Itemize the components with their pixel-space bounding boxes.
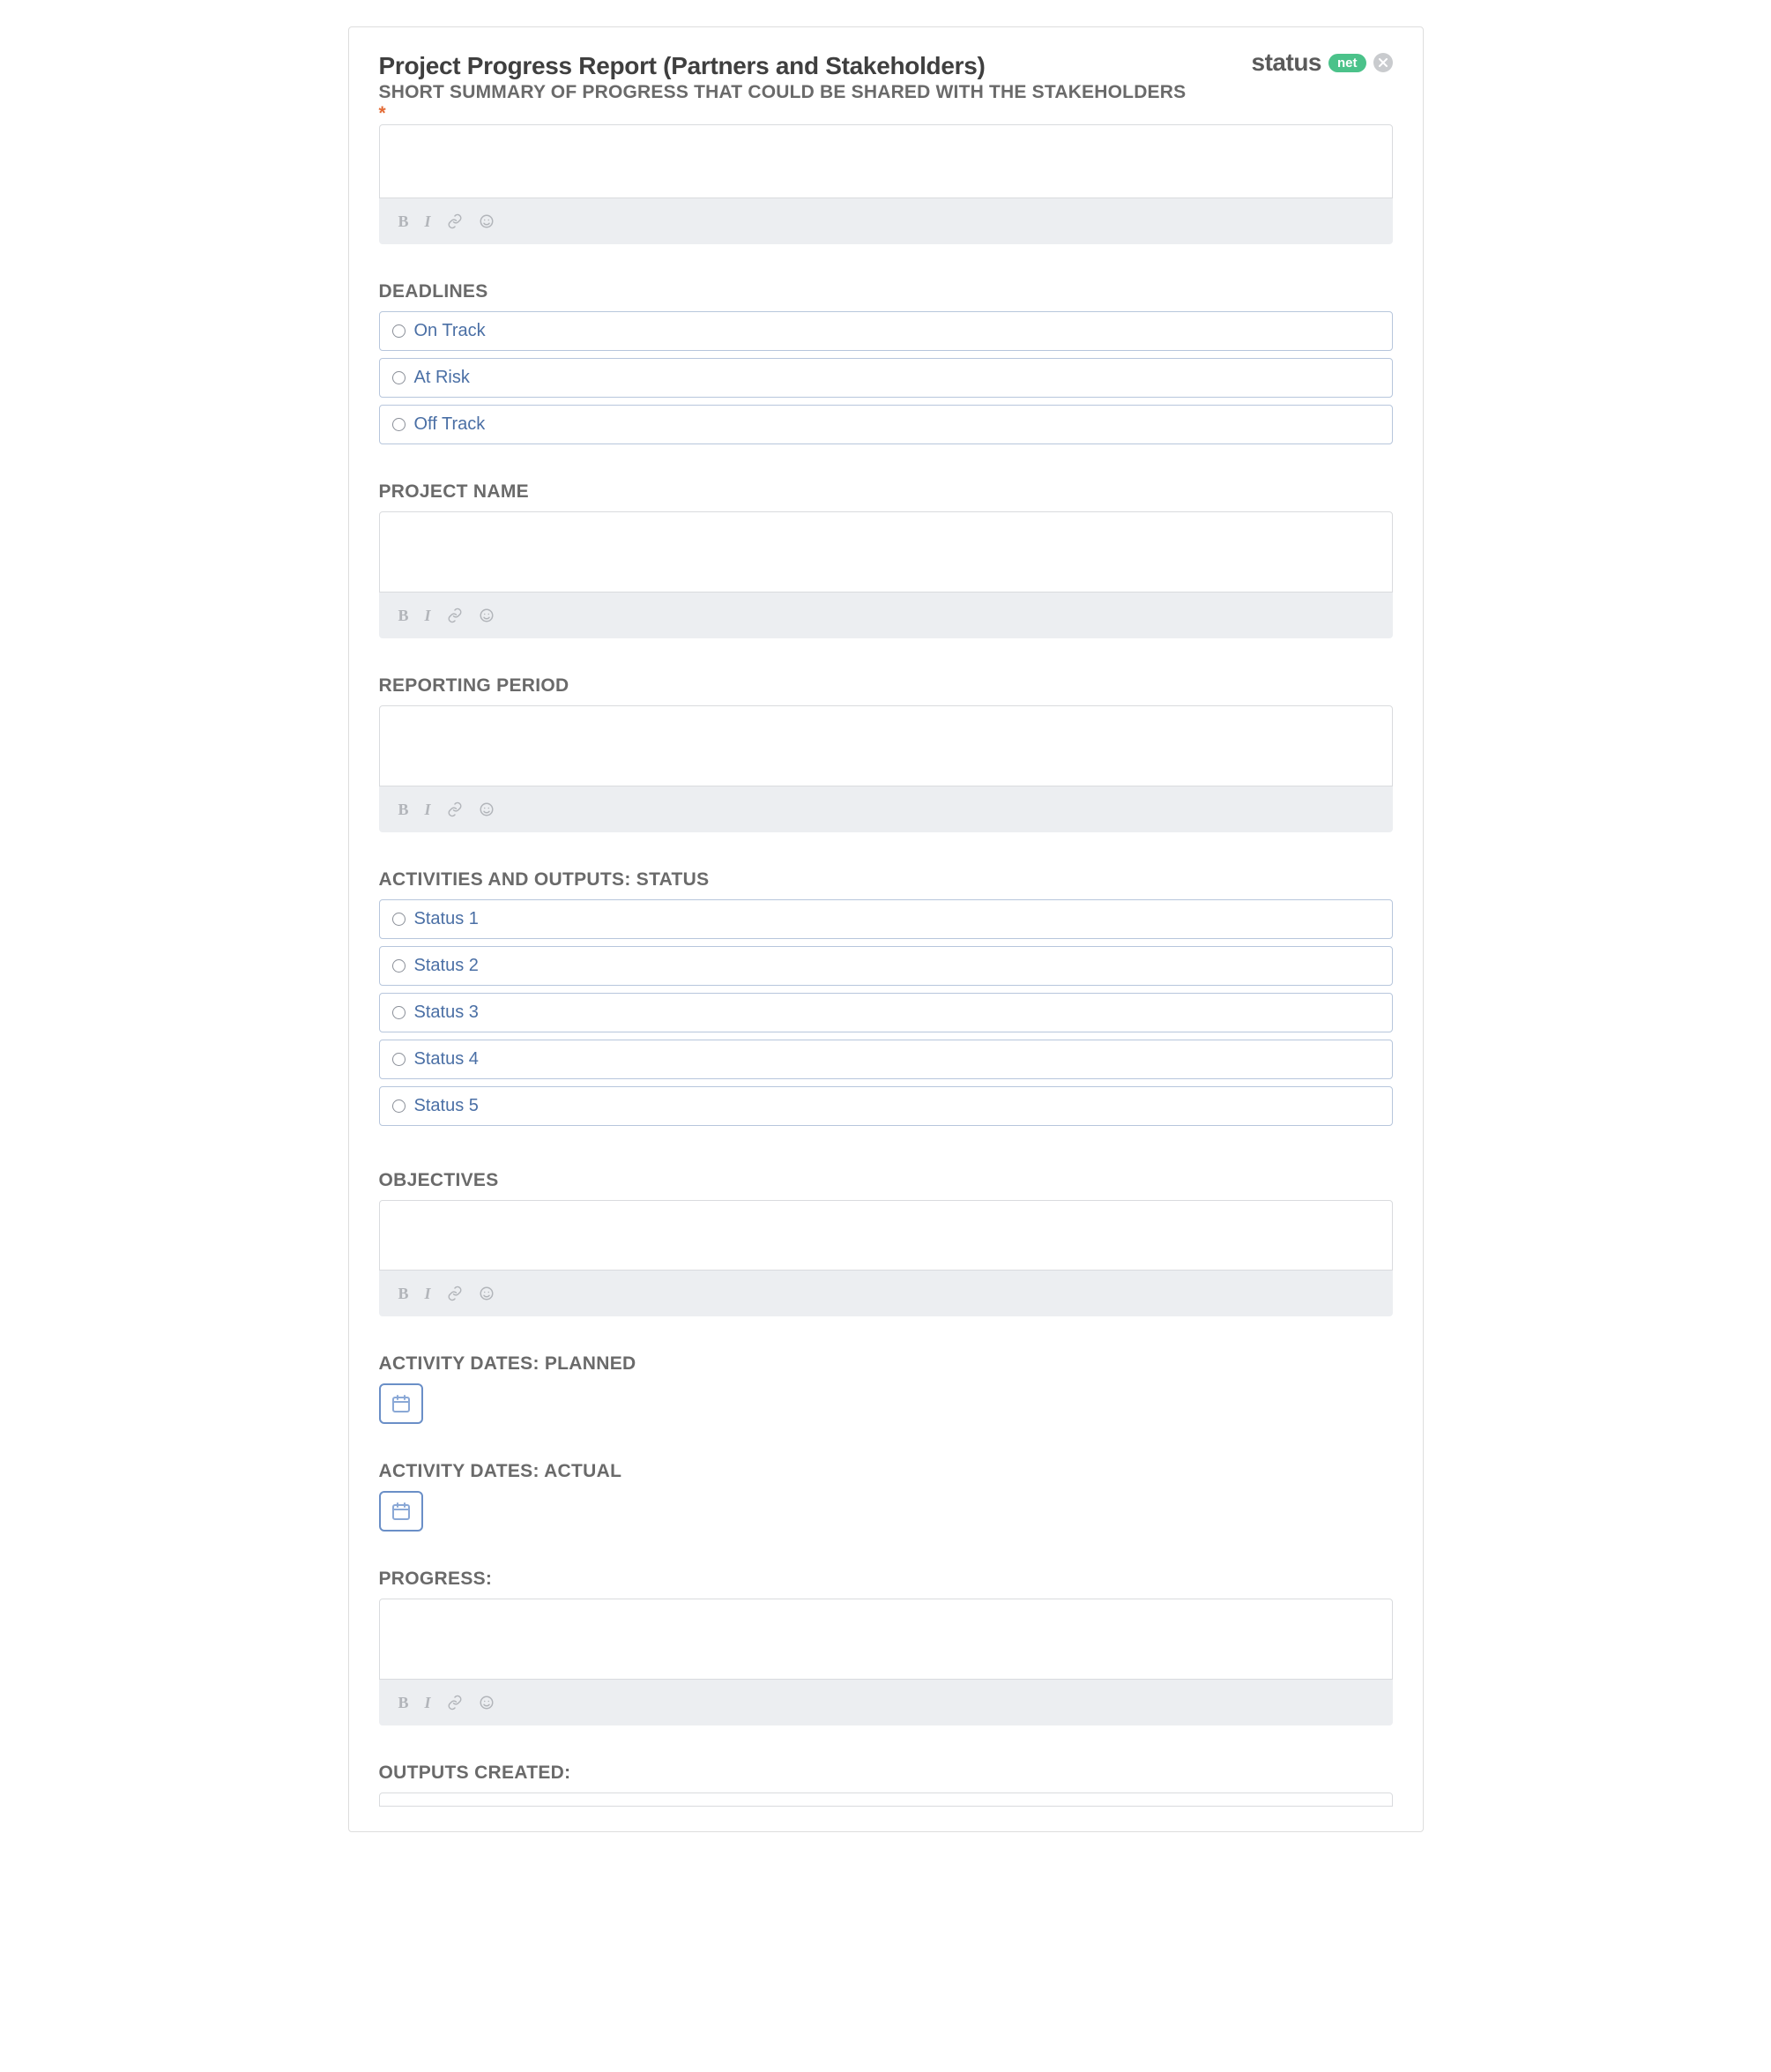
activities-status-options: Status 1 Status 2 Status 3 Status 4 Stat… [379, 899, 1393, 1126]
radio-icon [392, 371, 406, 384]
form-container: Project Progress Report (Partners and St… [348, 26, 1424, 1832]
summary-input[interactable] [379, 124, 1393, 198]
link-button[interactable] [447, 607, 463, 623]
progress-input[interactable] [379, 1599, 1393, 1680]
progress-label: PROGRESS: [379, 1569, 1393, 1590]
option-label: On Track [414, 321, 486, 341]
deadlines-options: On Track At Risk Off Track [379, 311, 1393, 444]
activities-status-label: ACTIVITIES AND OUTPUTS: STATUS [379, 869, 1393, 891]
emoji-icon [479, 607, 495, 623]
bold-button[interactable]: B [398, 607, 409, 625]
italic-button[interactable]: I [425, 1285, 431, 1303]
bold-button[interactable]: B [398, 1285, 409, 1303]
activities-status-option-1[interactable]: Status 1 [379, 899, 1393, 939]
outputs-created-label: OUTPUTS CREATED: [379, 1763, 1393, 1784]
option-label: Off Track [414, 414, 486, 435]
reporting-period-toolbar: B I [379, 786, 1393, 832]
link-icon [447, 213, 463, 229]
logo-badge: net [1328, 54, 1366, 72]
activities-status-option-5[interactable]: Status 5 [379, 1086, 1393, 1126]
activities-status-option-2[interactable]: Status 2 [379, 946, 1393, 986]
activity-actual-label: ACTIVITY DATES: ACTUAL [379, 1461, 1393, 1482]
emoji-icon [479, 1286, 495, 1301]
radio-icon [392, 324, 406, 338]
project-name-toolbar: B I [379, 593, 1393, 638]
progress-toolbar: B I [379, 1680, 1393, 1725]
option-label: Status 5 [414, 1096, 479, 1116]
activities-status-option-3[interactable]: Status 3 [379, 993, 1393, 1032]
option-label: Status 1 [414, 909, 479, 929]
summary-toolbar: B I [379, 198, 1393, 244]
calendar-icon [391, 1393, 412, 1414]
emoji-button[interactable] [479, 1286, 495, 1301]
option-label: At Risk [414, 368, 470, 388]
reporting-period-label: REPORTING PERIOD [379, 675, 1393, 697]
form-header: Project Progress Report (Partners and St… [379, 52, 1393, 80]
link-button[interactable] [447, 213, 463, 229]
objectives-toolbar: B I [379, 1271, 1393, 1316]
option-label: Status 3 [414, 1002, 479, 1023]
link-icon [447, 1695, 463, 1711]
deadlines-option-on-track[interactable]: On Track [379, 311, 1393, 351]
emoji-button[interactable] [479, 607, 495, 623]
link-button[interactable] [447, 1286, 463, 1301]
required-mark: * [379, 103, 386, 123]
link-icon [447, 607, 463, 623]
option-label: Status 2 [414, 956, 479, 976]
objectives-input[interactable] [379, 1200, 1393, 1271]
link-icon [447, 801, 463, 817]
italic-button[interactable]: I [425, 212, 431, 231]
emoji-button[interactable] [479, 801, 495, 817]
activity-actual-date-button[interactable] [379, 1491, 423, 1532]
logo: status net [1252, 48, 1393, 77]
form-title: Project Progress Report (Partners and St… [379, 52, 986, 80]
deadlines-label: DEADLINES [379, 281, 1393, 302]
radio-icon [392, 1006, 406, 1019]
project-name-input[interactable] [379, 511, 1393, 593]
radio-icon [392, 913, 406, 926]
emoji-icon [479, 801, 495, 817]
summary-label: SHORT SUMMARY OF PROGRESS THAT COULD BE … [379, 82, 1393, 124]
emoji-button[interactable] [479, 1695, 495, 1711]
italic-button[interactable]: I [425, 801, 431, 819]
option-label: Status 4 [414, 1049, 479, 1070]
radio-icon [392, 959, 406, 973]
deadlines-option-off-track[interactable]: Off Track [379, 405, 1393, 444]
activity-planned-label: ACTIVITY DATES: PLANNED [379, 1353, 1393, 1375]
link-icon [447, 1286, 463, 1301]
objectives-label: OBJECTIVES [379, 1170, 1393, 1191]
calendar-icon [391, 1501, 412, 1522]
project-name-label: PROJECT NAME [379, 481, 1393, 503]
activity-planned-date-button[interactable] [379, 1383, 423, 1424]
italic-button[interactable]: I [425, 1694, 431, 1712]
bold-button[interactable]: B [398, 212, 409, 231]
deadlines-option-at-risk[interactable]: At Risk [379, 358, 1393, 398]
italic-button[interactable]: I [425, 607, 431, 625]
close-icon [1379, 58, 1388, 67]
summary-label-text: SHORT SUMMARY OF PROGRESS THAT COULD BE … [379, 82, 1187, 102]
bold-button[interactable]: B [398, 801, 409, 819]
bold-button[interactable]: B [398, 1694, 409, 1712]
reporting-period-input[interactable] [379, 705, 1393, 786]
logo-text: status [1252, 48, 1321, 77]
emoji-icon [479, 1695, 495, 1711]
activities-status-option-4[interactable]: Status 4 [379, 1040, 1393, 1079]
radio-icon [392, 418, 406, 431]
radio-icon [392, 1099, 406, 1113]
radio-icon [392, 1053, 406, 1066]
emoji-icon [479, 213, 495, 229]
emoji-button[interactable] [479, 213, 495, 229]
outputs-created-input[interactable] [379, 1793, 1393, 1807]
close-button[interactable] [1373, 53, 1393, 72]
link-button[interactable] [447, 801, 463, 817]
link-button[interactable] [447, 1695, 463, 1711]
